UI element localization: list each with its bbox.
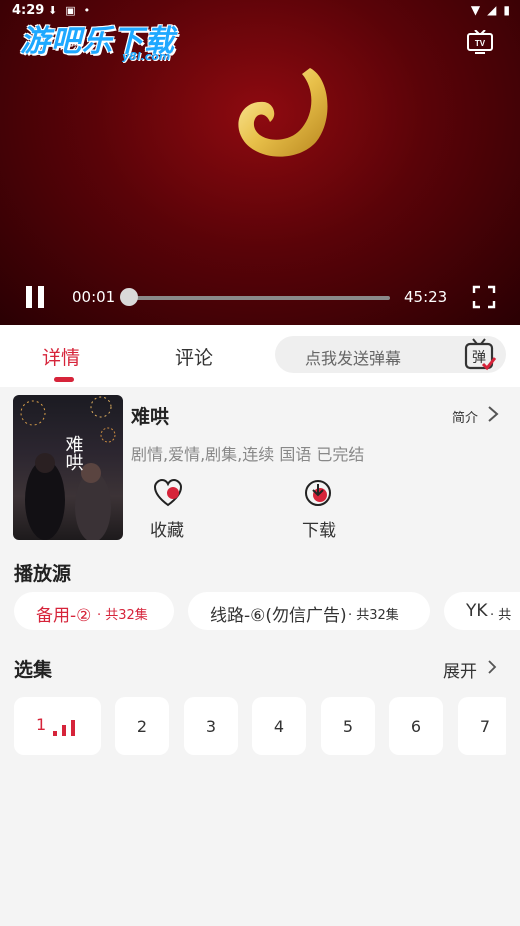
- watermark-logo: 游吧乐下载 y8l.com: [20, 16, 175, 63]
- episode-number: 7: [479, 716, 491, 736]
- watermark-sub-text: y8l.com: [122, 50, 171, 63]
- favorite-button[interactable]: [150, 479, 186, 507]
- episode-item[interactable]: 6: [389, 697, 443, 755]
- episode-item[interactable]: 7: [458, 697, 506, 755]
- episode-item[interactable]: 2: [115, 697, 169, 755]
- pause-icon-bar-left: [26, 286, 32, 308]
- playing-indicator-icon: [53, 720, 75, 736]
- tab-comments[interactable]: 评论: [175, 343, 213, 370]
- source-item[interactable]: 线路-⑥(勿信广告) · 共32集: [188, 592, 430, 630]
- download-label[interactable]: 下载: [302, 516, 336, 541]
- progress-track[interactable]: [124, 296, 390, 300]
- episode-item[interactable]: 3: [184, 697, 238, 755]
- wifi-icon: ▼: [470, 3, 481, 17]
- danmu-toggle-icon[interactable]: 弹: [463, 338, 497, 372]
- poster-image[interactable]: 难哄: [13, 395, 123, 540]
- duration: 45:23: [404, 288, 448, 306]
- episode-number: 4: [273, 716, 285, 736]
- chevron-right-icon[interactable]: [486, 659, 498, 675]
- danmu-input[interactable]: 点我发送弹幕 弹: [275, 336, 506, 373]
- show-title: 难哄: [131, 406, 170, 428]
- source-count: · 共32集: [348, 608, 399, 623]
- source-count: · 共32集: [97, 608, 148, 623]
- episode-list: 1 2 3 4 5 6 7: [14, 697, 506, 757]
- signal-icon: ◢: [487, 3, 497, 17]
- video-player[interactable]: 4:29 ⬇ ▣ • ▼ ◢ ▮ 难哄 游吧乐下载 y8l.com TV 00:…: [0, 0, 520, 325]
- poster-title-text: 难哄: [63, 435, 84, 471]
- progress-knob[interactable]: [120, 288, 139, 306]
- download-icon[interactable]: [303, 478, 333, 508]
- chevron-right-icon[interactable]: [486, 405, 500, 423]
- episode-item[interactable]: 4: [252, 697, 306, 755]
- poster-art: 难哄: [20, 396, 116, 540]
- tv-cast-icon[interactable]: TV: [466, 30, 494, 54]
- intro-link[interactable]: 简介: [452, 407, 478, 426]
- episode-item-playing[interactable]: 1: [14, 697, 101, 755]
- danmu-placeholder: 点我发送弹幕: [305, 349, 402, 368]
- tab-details[interactable]: 详情: [42, 343, 80, 370]
- svg-text:TV: TV: [475, 39, 486, 48]
- pause-button[interactable]: [24, 286, 48, 308]
- episodes-title: 选集: [14, 659, 53, 681]
- detail-content: 难哄 难哄 简介 剧情,爱情,剧集,连续 国语 已完结 收藏 下载 播放源 备用…: [0, 387, 520, 926]
- source-name: 线路-⑥(勿信广告): [210, 606, 347, 626]
- pause-icon-bar-right: [38, 286, 44, 308]
- source-item[interactable]: 备用-② · 共32集: [14, 592, 174, 630]
- sources-title: 播放源: [14, 563, 72, 585]
- favorite-label[interactable]: 收藏: [150, 516, 184, 541]
- episode-number: 2: [136, 716, 148, 736]
- video-frame-logo: [238, 68, 328, 157]
- current-time: 00:01: [72, 288, 116, 306]
- source-count: · 共: [490, 608, 512, 623]
- active-tab-indicator: [54, 377, 74, 382]
- source-name: 备用-②: [36, 606, 92, 626]
- expand-link[interactable]: 展开: [443, 657, 477, 682]
- show-meta: 剧情,爱情,剧集,连续 国语 已完结: [131, 445, 365, 464]
- source-item[interactable]: YK · 共: [444, 592, 520, 630]
- source-name: YK: [466, 601, 488, 621]
- source-list: 备用-② · 共32集 线路-⑥(勿信广告) · 共32集 YK · 共: [14, 592, 520, 632]
- episode-number: 3: [205, 716, 217, 736]
- detail-tabs: 详情 评论 点我发送弹幕 弹: [0, 325, 520, 387]
- player-controls: 00:01 45:23: [0, 278, 520, 318]
- heart-icon: [153, 479, 183, 507]
- episode-number: 6: [410, 716, 422, 736]
- battery-icon: ▮: [503, 3, 510, 17]
- episode-number: 1: [36, 715, 47, 734]
- fullscreen-icon[interactable]: [472, 285, 496, 309]
- episode-item[interactable]: 5: [321, 697, 375, 755]
- episode-number: 5: [342, 716, 354, 736]
